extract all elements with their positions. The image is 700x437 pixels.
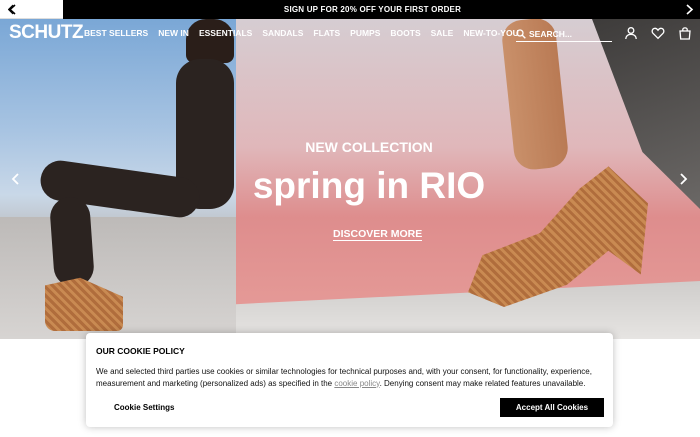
shopping-bag-icon[interactable]	[678, 26, 692, 40]
cookie-title: OUR COOKIE POLICY	[96, 346, 185, 356]
account-icon[interactable]	[624, 26, 638, 40]
search-icon	[516, 28, 526, 39]
promo-prev-button[interactable]	[0, 0, 63, 19]
chevron-right-icon[interactable]	[684, 4, 694, 15]
nav-best-sellers[interactable]: BEST SELLERS	[84, 28, 148, 38]
nav-boots[interactable]: BOOTS	[390, 28, 420, 38]
nav-sale[interactable]: SALE	[431, 28, 454, 38]
cookie-body-text-end: . Denying consent may make related featu…	[379, 378, 586, 388]
hero-title: spring in RIO	[252, 165, 486, 206]
search-input[interactable]: SEARCH...	[516, 26, 612, 42]
promo-text[interactable]: SIGN UP FOR 20% OFF YOUR FIRST ORDER	[63, 0, 682, 19]
nav-new-to-you[interactable]: NEW-TO-YOU	[463, 28, 518, 38]
accept-all-cookies-button[interactable]: Accept All Cookies	[500, 398, 604, 417]
discover-more-link[interactable]: DISCOVER MORE	[333, 228, 423, 241]
hero-eyebrow: NEW COLLECTION	[305, 139, 433, 155]
nav-pumps[interactable]: PUMPS	[350, 28, 380, 38]
search-placeholder: SEARCH...	[529, 28, 572, 39]
cookie-policy-link[interactable]: cookie policy	[334, 379, 379, 388]
nav-essentials[interactable]: ESSENTIALS	[199, 28, 252, 38]
header-actions	[624, 26, 692, 40]
site-header: SCHUTZ BEST SELLERS NEW IN ESSENTIALS SA…	[0, 19, 700, 49]
hero-image-left	[0, 19, 236, 339]
carousel-prev-icon[interactable]	[10, 172, 22, 186]
nav-sandals[interactable]: SANDALS	[262, 28, 303, 38]
nav-flats[interactable]: FLATS	[313, 28, 340, 38]
heart-icon[interactable]	[651, 26, 665, 40]
brand-logo[interactable]: SCHUTZ	[9, 22, 84, 44]
main-nav: BEST SELLERS NEW IN ESSENTIALS SANDALS F…	[84, 28, 529, 38]
nav-new-in[interactable]: NEW IN	[158, 28, 189, 38]
cookie-settings-button[interactable]: Cookie Settings	[114, 403, 174, 412]
chevron-left-icon	[8, 3, 16, 15]
cookie-banner: OUR COOKIE POLICY We and selected third …	[86, 333, 613, 427]
cookie-body: We and selected third parties use cookie…	[96, 366, 596, 389]
promo-bar: SIGN UP FOR 20% OFF YOUR FIRST ORDER	[0, 0, 700, 19]
carousel-next-icon[interactable]	[677, 172, 689, 186]
